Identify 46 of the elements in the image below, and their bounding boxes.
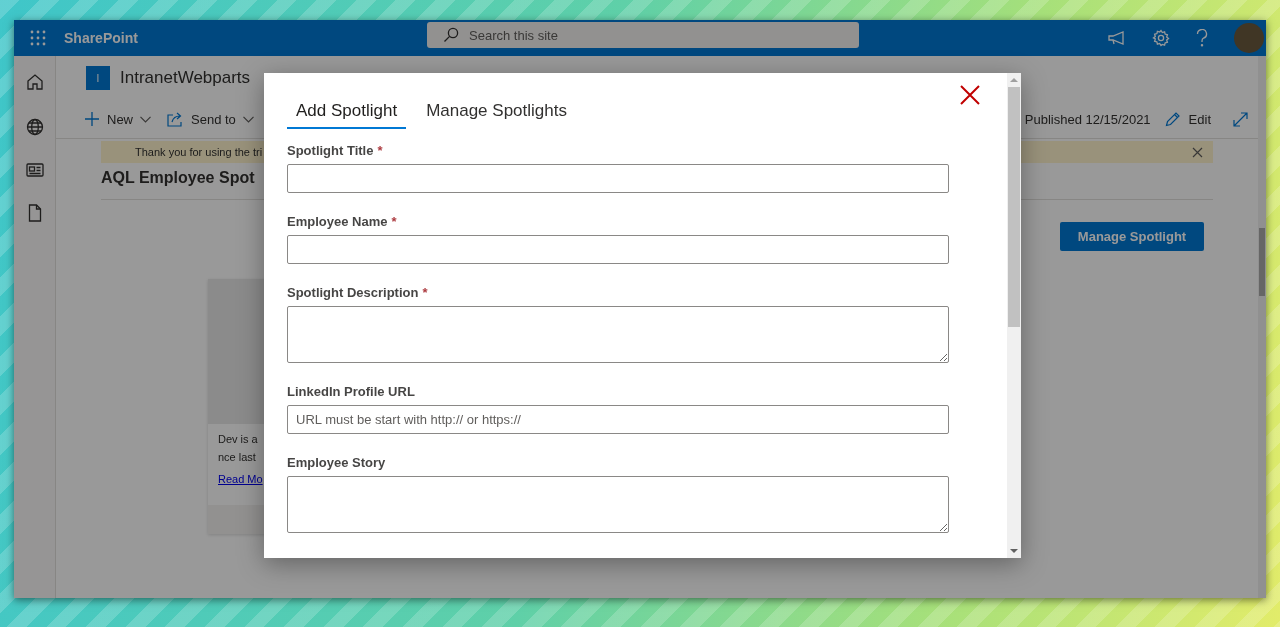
published-date: Published 12/15/2021 [1024, 111, 1151, 127]
help-icon[interactable] [1196, 29, 1208, 47]
search-icon [443, 27, 459, 43]
chevron-down-icon [140, 115, 151, 123]
tab[interactable]: Add Spotlight [287, 97, 407, 129]
banner-text: Thank you for using the tri [135, 146, 263, 158]
document-icon[interactable] [27, 204, 42, 222]
scrollbar-thumb[interactable] [1259, 228, 1265, 296]
site-name[interactable]: IntranetWebparts [120, 68, 251, 88]
card-text: nce last [218, 450, 256, 465]
app-name[interactable]: SharePoint [64, 30, 138, 46]
settings-icon[interactable] [1152, 29, 1170, 47]
chevron-down-icon [242, 115, 254, 123]
expand-icon[interactable] [1233, 111, 1248, 127]
field-label: Employee Story [287, 455, 386, 470]
input-field[interactable]: URL must be start with http:// or https:// [287, 405, 949, 434]
close-icon[interactable] [960, 85, 980, 105]
share-icon [167, 111, 184, 127]
command-button[interactable]: New [84, 111, 151, 127]
pencil-icon [1164, 111, 1181, 127]
scroll-down-icon[interactable] [1010, 549, 1018, 553]
scrollbar-thumb[interactable] [1008, 87, 1020, 327]
home-icon[interactable] [25, 73, 44, 91]
dismiss-icon[interactable] [1192, 146, 1203, 158]
command-button[interactable]: Send to [167, 111, 254, 127]
app-launcher-icon[interactable] [30, 30, 46, 46]
site-logo[interactable]: I [86, 66, 110, 90]
manage-spotlight-button[interactable]: Manage Spotlight [1060, 222, 1204, 251]
text-area[interactable] [287, 306, 949, 363]
text-area[interactable] [287, 476, 949, 533]
globe-icon[interactable] [25, 118, 44, 136]
scroll-up-icon[interactable] [1010, 78, 1018, 82]
megaphone-icon[interactable] [1108, 31, 1126, 45]
field-label: Spotlight Description * [287, 285, 428, 300]
news-icon[interactable] [25, 163, 44, 177]
field-label: Employee Name * [287, 214, 397, 229]
plus-icon [84, 111, 100, 127]
edit-button[interactable]: Edit [1164, 111, 1211, 127]
search-field[interactable]: Search this site [427, 22, 859, 48]
field-label: Spotlight Title * [287, 143, 383, 158]
input-field[interactable] [287, 164, 949, 193]
read-more-link[interactable]: Read Mo [218, 470, 263, 488]
input-field[interactable] [287, 235, 949, 264]
tab[interactable]: Manage Spotlights [417, 97, 576, 129]
card-text: Dev is a [218, 432, 258, 447]
field-label: LinkedIn Profile URL [287, 384, 415, 399]
